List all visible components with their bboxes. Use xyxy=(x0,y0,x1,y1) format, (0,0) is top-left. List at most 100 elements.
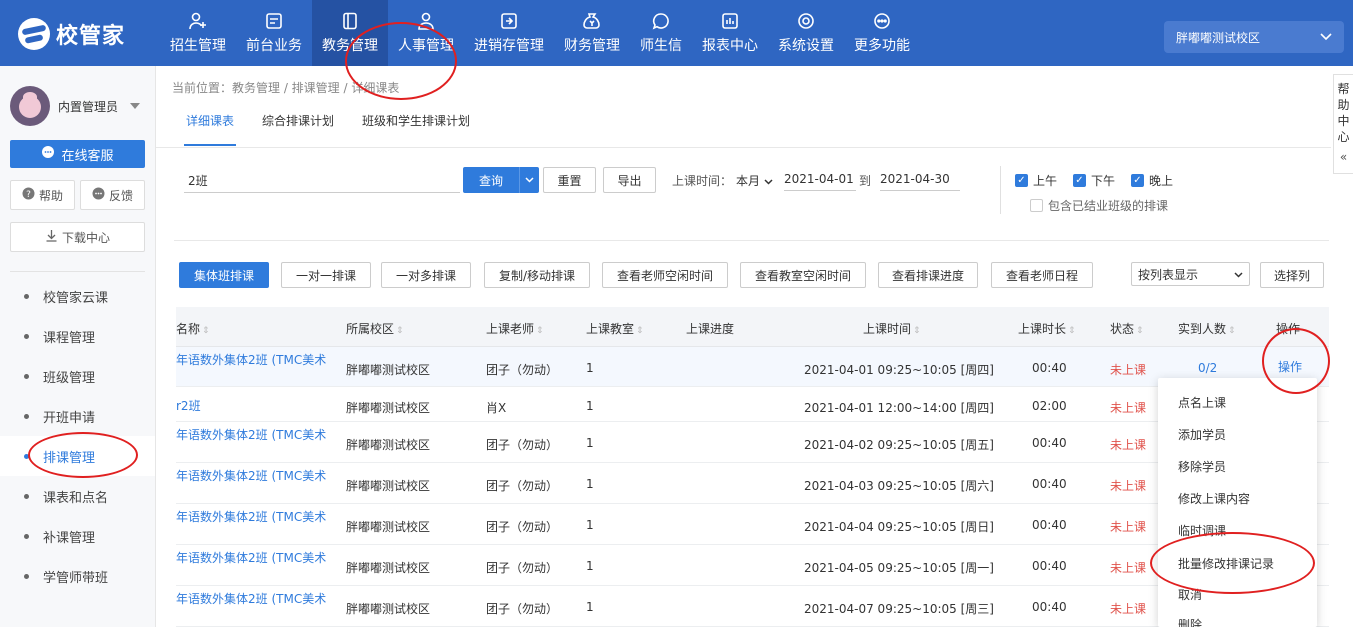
sidebar-item-open-class[interactable]: 开班申请 xyxy=(0,396,155,436)
cell-duration: 00:40 xyxy=(1032,477,1067,491)
include-finished-checkbox[interactable]: 包含已结业班级的排课 xyxy=(1030,197,1168,214)
th-attendance[interactable]: 实到人数 ⇕ xyxy=(1178,320,1236,337)
sidebar-item-makeup[interactable]: 补课管理 xyxy=(0,516,155,556)
nav-label: 报表中心 xyxy=(702,38,758,54)
nav-item-enrollment[interactable]: 招生管理 xyxy=(160,0,236,66)
logo[interactable]: 校管家 xyxy=(18,17,125,51)
report-icon xyxy=(720,11,740,31)
feedback-icon xyxy=(92,187,105,203)
cell-name[interactable]: 年语数外集体2班 (TMC美术 xyxy=(176,508,326,525)
nav-item-inventory[interactable]: 进销存管理 xyxy=(464,0,554,66)
nav-item-messages[interactable]: 师生信 xyxy=(630,0,692,66)
one-to-many-button[interactable]: 一对多排课 xyxy=(381,262,471,288)
date-from-input[interactable]: 2021-04-01 xyxy=(784,172,856,191)
cell-name[interactable]: 年语数外集体2班 (TMC美术 xyxy=(176,590,326,607)
th-duration[interactable]: 上课时长 ⇕ xyxy=(1018,320,1076,337)
menu-item-reschedule[interactable]: 临时调课 xyxy=(1178,522,1226,539)
table-row[interactable]: 年语数外集体2班 (TMC美术 胖嘟嘟测试校区 团子（勿动） 1 2021-04… xyxy=(176,347,1329,387)
nav-item-reports[interactable]: 报表中心 xyxy=(692,0,768,66)
table-row[interactable]: 年语数外集体2班 (TMC美术 胖嘟嘟测试校区 团子（勿动） 1 2021-04… xyxy=(176,463,1329,504)
morning-checkbox[interactable]: ✓ 上午 xyxy=(1015,172,1057,189)
menu-item-delete[interactable]: 删除 xyxy=(1178,616,1202,627)
top-nav-bar: 校管家 招生管理 前台业务 教务管理 人事管理 进销存管理 财务管理 师生信 报… xyxy=(0,0,1353,66)
th-status[interactable]: 状态 ⇕ xyxy=(1110,320,1144,337)
cell-name[interactable]: 年语数外集体2班 (TMC美术 xyxy=(176,351,326,368)
nav-item-academic[interactable]: 教务管理 xyxy=(312,0,388,66)
reset-button[interactable]: 重置 xyxy=(543,167,596,193)
chevron-down-icon[interactable] xyxy=(519,167,539,193)
time-range-select[interactable]: 本月 xyxy=(736,172,773,189)
date-to-input[interactable]: 2021-04-30 xyxy=(880,172,960,191)
nav-item-finance[interactable]: 财务管理 xyxy=(554,0,630,66)
th-name[interactable]: 名称 ⇕ xyxy=(176,320,210,337)
sidebar-item-timetable[interactable]: 课表和点名 xyxy=(0,476,155,516)
sidebar-item-label: 校管家云课 xyxy=(43,290,109,306)
search-input[interactable] xyxy=(184,169,460,193)
cell-name[interactable]: 年语数外集体2班 (TMC美术 xyxy=(176,467,326,484)
table-row[interactable]: 年语数外集体2班 (TMC美术 胖嘟嘟测试校区 团子（勿动） 1 2021-04… xyxy=(176,545,1329,586)
bullet-icon xyxy=(24,373,29,379)
online-service-button[interactable]: 在线客服 xyxy=(10,140,145,168)
th-campus[interactable]: 所属校区 ⇕ xyxy=(346,320,404,337)
tab-overall-plan[interactable]: 综合排课计划 xyxy=(248,112,348,140)
nav-item-settings[interactable]: 系统设置 xyxy=(768,0,844,66)
help-label: 帮助 xyxy=(38,188,63,203)
query-button[interactable]: 查询 xyxy=(463,167,539,193)
teacher-schedule-button[interactable]: 查看老师日程 xyxy=(991,262,1093,288)
export-button[interactable]: 导出 xyxy=(603,167,656,193)
afternoon-checkbox[interactable]: ✓ 下午 xyxy=(1073,172,1115,189)
table-row[interactable]: 年语数外集体2班 (TMC美术 胖嘟嘟测试校区 团子（勿动） 1 2021-04… xyxy=(176,422,1329,463)
ops-button[interactable]: 操作 xyxy=(1278,358,1302,375)
menu-item-batch-edit[interactable]: 批量修改排课记录 xyxy=(1178,555,1274,572)
copy-move-button[interactable]: 复制/移动排课 xyxy=(484,262,590,288)
sidebar-item-class[interactable]: 班级管理 xyxy=(0,356,155,396)
menu-item-roll-call[interactable]: 点名上课 xyxy=(1178,394,1226,411)
sidebar-item-label: 补课管理 xyxy=(43,530,96,546)
menu-item-remove-student[interactable]: 移除学员 xyxy=(1178,458,1226,475)
download-center-button[interactable]: 下载中心 xyxy=(10,222,145,252)
choose-columns-button[interactable]: 选择列 xyxy=(1260,262,1324,288)
help-button[interactable]: ? 帮助 xyxy=(10,180,75,210)
nav-item-front-desk[interactable]: 前台业务 xyxy=(236,0,312,66)
nav-label: 师生信 xyxy=(640,38,682,54)
cell-attendance[interactable]: 0/2 xyxy=(1198,361,1217,375)
table-row[interactable]: r2班 胖嘟嘟测试校区 肖X 1 2021-04-01 12:00~14:00 … xyxy=(176,387,1329,422)
th-progress: 上课进度 xyxy=(686,322,735,336)
help-center-tab[interactable]: 帮 助 中 心 « xyxy=(1333,74,1353,174)
tab-class-student-plan[interactable]: 班级和学生排课计划 xyxy=(348,112,484,140)
group-class-schedule-button[interactable]: 集体班排课 xyxy=(179,262,269,288)
cell-teacher: 团子（勿动） xyxy=(486,479,559,493)
evening-checkbox[interactable]: ✓ 晚上 xyxy=(1131,172,1173,189)
table-row[interactable]: 年语数外集体2班 (TMC美术 胖嘟嘟测试校区 团子（勿动） 1 2021-04… xyxy=(176,586,1329,627)
nav-label: 更多功能 xyxy=(854,38,910,54)
teacher-free-time-button[interactable]: 查看老师空闲时间 xyxy=(602,262,728,288)
campus-select[interactable]: 胖嘟嘟测试校区 xyxy=(1164,21,1344,53)
room-free-time-button[interactable]: 查看教室空闲时间 xyxy=(740,262,866,288)
cell-name[interactable]: 年语数外集体2班 (TMC美术 xyxy=(176,549,326,566)
tab-detail-timetable[interactable]: 详细课表 xyxy=(172,112,248,146)
nav-item-hr[interactable]: 人事管理 xyxy=(388,0,464,66)
view-mode-select[interactable]: 按列表显示 xyxy=(1131,262,1250,286)
feedback-button[interactable]: 反馈 xyxy=(80,180,145,210)
menu-item-add-student[interactable]: 添加学员 xyxy=(1178,426,1226,443)
menu-item-edit-content[interactable]: 修改上课内容 xyxy=(1178,490,1250,507)
sidebar-item-tutor[interactable]: 学管师带班 xyxy=(0,556,155,596)
user-menu[interactable]: 内置管理员 xyxy=(10,86,141,126)
menu-item-cancel[interactable]: 取消 xyxy=(1178,586,1202,603)
th-room[interactable]: 上课教室 ⇕ xyxy=(586,320,644,337)
one-to-one-button[interactable]: 一对一排课 xyxy=(281,262,371,288)
schedule-progress-button[interactable]: 查看排课进度 xyxy=(878,262,978,288)
th-time[interactable]: 上课时间 ⇕ xyxy=(863,320,921,337)
cell-name[interactable]: 年语数外集体2班 (TMC美术 xyxy=(176,426,326,443)
cell-teacher: 团子（勿动） xyxy=(486,561,559,575)
nav-item-more[interactable]: 更多功能 xyxy=(844,0,920,66)
ops-dropdown-menu: 点名上课 添加学员 移除学员 修改上课内容 临时调课 批量修改排课记录 取消 删… xyxy=(1158,378,1317,627)
sidebar-item-cloud-class[interactable]: 校管家云课 xyxy=(0,276,155,316)
table-row[interactable]: 年语数外集体2班 (TMC美术 胖嘟嘟测试校区 团子（勿动） 1 2021-04… xyxy=(176,504,1329,545)
check-icon: ✓ xyxy=(1015,174,1028,187)
th-teacher[interactable]: 上课老师 ⇕ xyxy=(486,320,544,337)
sidebar-item-scheduling[interactable]: 排课管理 xyxy=(0,436,155,476)
cell-name[interactable]: r2班 xyxy=(176,397,201,414)
cell-time: 2021-04-02 09:25~10:05 [周五] xyxy=(804,438,994,452)
sidebar-item-course[interactable]: 课程管理 xyxy=(0,316,155,356)
